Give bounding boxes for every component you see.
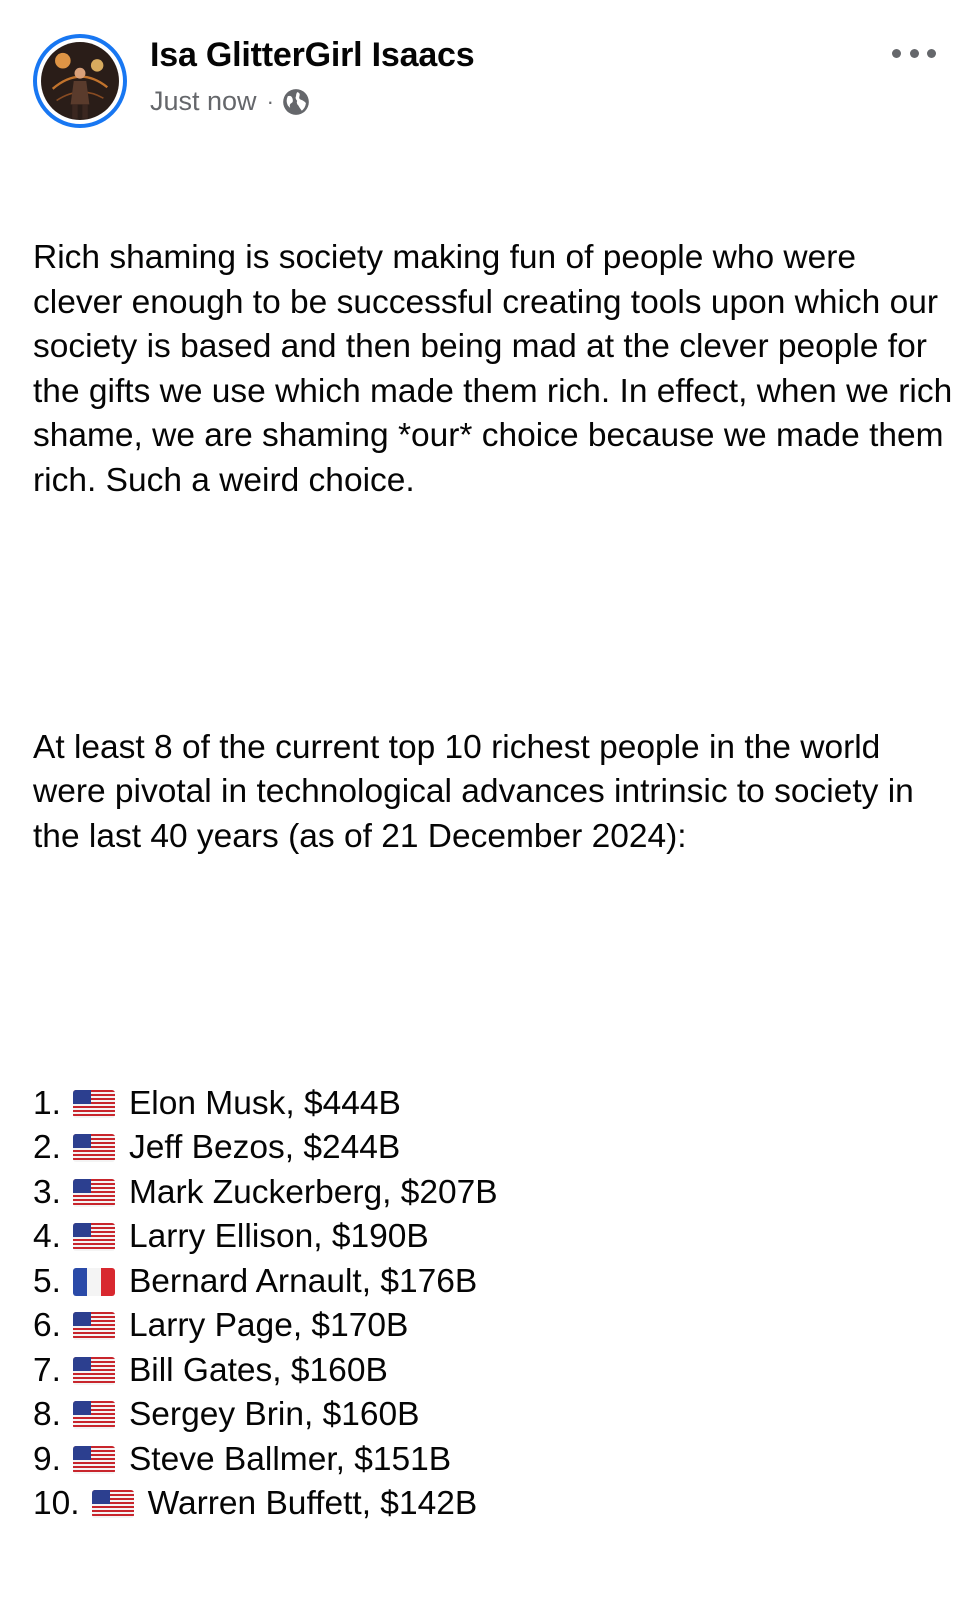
post-meta: Just now ·	[150, 86, 310, 117]
list-number: 2.	[33, 1129, 61, 1166]
richest-list: 1. Elon Musk, $444B 2. Jeff Bezos, $244B 3. M…	[33, 1082, 953, 1527]
list-text: Mark Zuckerberg, $207B	[128, 1173, 498, 1211]
list-number: 3.	[33, 1173, 61, 1211]
list-item: 8. Sergey Brin, $160B	[33, 1393, 953, 1438]
list-text: Steve Ballmer, $151B	[128, 1440, 452, 1478]
more-dot	[927, 48, 936, 58]
globe-icon[interactable]	[282, 88, 310, 116]
list-item: 10. Warren Buffett, $142B	[33, 1482, 953, 1527]
avatar[interactable]	[33, 34, 127, 128]
more-dot	[892, 48, 901, 58]
list-number: 10.	[33, 1485, 80, 1522]
list-item: 3. Mark Zuckerberg, $207B	[33, 1171, 953, 1216]
list-item: 6. Larry Page, $170B	[33, 1304, 953, 1349]
profile-photo	[41, 42, 119, 120]
timestamp[interactable]: Just now	[150, 86, 257, 117]
post-paragraph: At least 8 of the current top 10 richest…	[33, 728, 924, 855]
list-number: 7.	[33, 1351, 61, 1389]
us-flag-icon	[72, 1134, 115, 1163]
list-item: 9. Steve Ballmer, $151B	[33, 1438, 953, 1483]
france-flag-icon	[72, 1267, 115, 1296]
post-body: Rich shaming is society making fun of pe…	[33, 147, 953, 1616]
us-flag-icon	[72, 1356, 115, 1385]
list-number: 5.	[33, 1262, 61, 1300]
list-number: 4.	[33, 1218, 61, 1255]
list-number: 9.	[33, 1440, 61, 1478]
us-flag-icon	[72, 1178, 115, 1207]
list-text: Jeff Bezos, $244B	[128, 1129, 401, 1166]
list-item: 2. Jeff Bezos, $244B	[33, 1126, 953, 1171]
list-number: 1.	[33, 1084, 61, 1122]
list-item: 5. Bernard Arnault, $176B	[33, 1260, 953, 1305]
us-flag-icon	[72, 1312, 115, 1341]
list-number: 6.	[33, 1307, 61, 1344]
list-text: Larry Ellison, $190B	[128, 1218, 429, 1255]
us-flag-icon	[72, 1401, 115, 1430]
list-text: Bill Gates, $160B	[128, 1351, 388, 1389]
list-text: Warren Buffett, $142B	[147, 1485, 478, 1522]
us-flag-icon	[72, 1445, 115, 1474]
list-text: Larry Page, $170B	[128, 1307, 409, 1344]
list-item: 7. Bill Gates, $160B	[33, 1349, 953, 1394]
us-flag-icon	[72, 1223, 115, 1252]
author-name[interactable]: Isa GlitterGirl Isaacs	[150, 36, 475, 75]
list-item: 1. Elon Musk, $444B	[33, 1082, 953, 1127]
post-paragraph: Rich shaming is society making fun of pe…	[33, 239, 962, 499]
more-options-icon[interactable]	[892, 42, 936, 64]
list-number: 8.	[33, 1396, 61, 1433]
meta-separator: ·	[266, 88, 274, 114]
list-text: Sergey Brin, $160B	[128, 1396, 420, 1433]
list-text: Elon Musk, $444B	[128, 1084, 401, 1122]
facebook-post: Isa GlitterGirl Isaacs Just now · Rich s…	[0, 0, 970, 1522]
list-text: Bernard Arnault, $176B	[128, 1262, 478, 1300]
more-dot	[909, 48, 919, 58]
us-flag-icon	[72, 1089, 115, 1118]
list-item: 4. Larry Ellison, $190B	[33, 1215, 953, 1260]
us-flag-icon	[91, 1490, 134, 1519]
